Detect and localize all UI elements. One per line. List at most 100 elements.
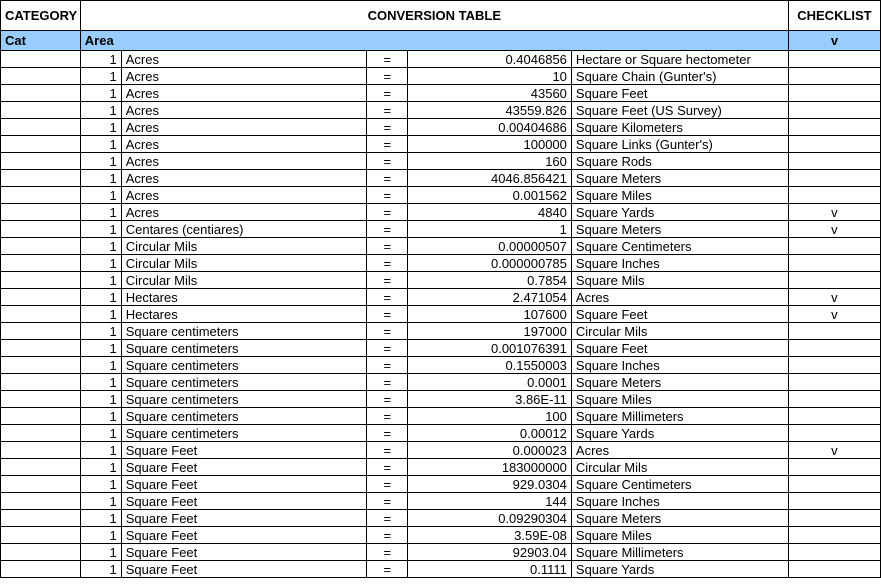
cell-qty[interactable]: 1 bbox=[80, 544, 121, 561]
cell-check[interactable] bbox=[788, 255, 880, 272]
cell-check[interactable] bbox=[788, 272, 880, 289]
cell-equals[interactable]: = bbox=[367, 544, 408, 561]
cell-category[interactable] bbox=[1, 289, 81, 306]
cell-unit[interactable]: Square Feet bbox=[121, 510, 367, 527]
cell-equals[interactable]: = bbox=[367, 221, 408, 238]
cell-result[interactable]: Square Miles bbox=[571, 527, 788, 544]
cell-value[interactable]: 100 bbox=[408, 408, 572, 425]
cell-value[interactable]: 0.000000785 bbox=[408, 255, 572, 272]
cell-result[interactable]: Square Yards bbox=[571, 204, 788, 221]
cell-qty[interactable]: 1 bbox=[80, 187, 121, 204]
cell-qty[interactable]: 1 bbox=[80, 391, 121, 408]
cell-category[interactable] bbox=[1, 544, 81, 561]
cell-equals[interactable]: = bbox=[367, 357, 408, 374]
cell-result[interactable]: Square Feet bbox=[571, 85, 788, 102]
cell-unit[interactable]: Square Feet bbox=[121, 493, 367, 510]
cell-equals[interactable]: = bbox=[367, 102, 408, 119]
cell-check[interactable] bbox=[788, 459, 880, 476]
cell-qty[interactable]: 1 bbox=[80, 306, 121, 323]
cell-unit[interactable]: Square Feet bbox=[121, 459, 367, 476]
cell-result[interactable]: Square Yards bbox=[571, 561, 788, 578]
cell-qty[interactable]: 1 bbox=[80, 289, 121, 306]
cell-category[interactable] bbox=[1, 204, 81, 221]
cell-value[interactable]: 197000 bbox=[408, 323, 572, 340]
cell-check[interactable] bbox=[788, 136, 880, 153]
cell-check[interactable] bbox=[788, 153, 880, 170]
cell-category[interactable] bbox=[1, 340, 81, 357]
cell-result[interactable]: Acres bbox=[571, 289, 788, 306]
cell-check[interactable] bbox=[788, 238, 880, 255]
cell-unit[interactable]: Circular Mils bbox=[121, 238, 367, 255]
cell-category[interactable] bbox=[1, 476, 81, 493]
cell-unit[interactable]: Acres bbox=[121, 204, 367, 221]
cell-category[interactable] bbox=[1, 510, 81, 527]
cell-equals[interactable]: = bbox=[367, 459, 408, 476]
cell-result[interactable]: Square Links (Gunter's) bbox=[571, 136, 788, 153]
cell-category[interactable] bbox=[1, 170, 81, 187]
cell-unit[interactable]: Square centimeters bbox=[121, 323, 367, 340]
cell-qty[interactable]: 1 bbox=[80, 340, 121, 357]
cell-result[interactable]: Square Inches bbox=[571, 357, 788, 374]
cell-result[interactable]: Square Centimeters bbox=[571, 238, 788, 255]
cell-category[interactable] bbox=[1, 153, 81, 170]
cell-unit[interactable]: Acres bbox=[121, 85, 367, 102]
cell-check[interactable] bbox=[788, 51, 880, 68]
cell-value[interactable]: 43559.826 bbox=[408, 102, 572, 119]
cell-qty[interactable]: 1 bbox=[80, 561, 121, 578]
cell-category[interactable] bbox=[1, 323, 81, 340]
cell-unit[interactable]: Square centimeters bbox=[121, 408, 367, 425]
cell-category[interactable] bbox=[1, 221, 81, 238]
cell-equals[interactable]: = bbox=[367, 272, 408, 289]
cell-unit[interactable]: Square centimeters bbox=[121, 374, 367, 391]
cell-value[interactable]: 107600 bbox=[408, 306, 572, 323]
cell-equals[interactable]: = bbox=[367, 561, 408, 578]
cell-result[interactable]: Square Miles bbox=[571, 391, 788, 408]
cell-check[interactable] bbox=[788, 170, 880, 187]
cell-value[interactable]: 0.1111 bbox=[408, 561, 572, 578]
cell-equals[interactable]: = bbox=[367, 136, 408, 153]
cell-category[interactable] bbox=[1, 136, 81, 153]
cell-value[interactable]: 100000 bbox=[408, 136, 572, 153]
cell-result[interactable]: Circular Mils bbox=[571, 459, 788, 476]
cell-unit[interactable]: Square centimeters bbox=[121, 340, 367, 357]
cell-category[interactable] bbox=[1, 272, 81, 289]
cell-result[interactable]: Acres bbox=[571, 442, 788, 459]
cell-result[interactable]: Square Kilometers bbox=[571, 119, 788, 136]
cell-unit[interactable]: Square Feet bbox=[121, 442, 367, 459]
cell-category[interactable] bbox=[1, 306, 81, 323]
cell-qty[interactable]: 1 bbox=[80, 408, 121, 425]
cell-qty[interactable]: 1 bbox=[80, 221, 121, 238]
cell-unit[interactable]: Hectares bbox=[121, 289, 367, 306]
cell-result[interactable]: Square Meters bbox=[571, 374, 788, 391]
cell-result[interactable]: Square Inches bbox=[571, 255, 788, 272]
cell-equals[interactable]: = bbox=[367, 204, 408, 221]
cell-value[interactable]: 0.1550003 bbox=[408, 357, 572, 374]
cell-unit[interactable]: Circular Mils bbox=[121, 255, 367, 272]
cell-category[interactable] bbox=[1, 85, 81, 102]
cell-category[interactable] bbox=[1, 68, 81, 85]
cell-qty[interactable]: 1 bbox=[80, 323, 121, 340]
cell-unit[interactable]: Acres bbox=[121, 68, 367, 85]
cell-value[interactable]: 0.7854 bbox=[408, 272, 572, 289]
cell-value[interactable]: 0.000023 bbox=[408, 442, 572, 459]
cell-result[interactable]: Square Miles bbox=[571, 187, 788, 204]
cell-qty[interactable]: 1 bbox=[80, 527, 121, 544]
cell-value[interactable]: 929.0304 bbox=[408, 476, 572, 493]
cell-qty[interactable]: 1 bbox=[80, 170, 121, 187]
cell-equals[interactable]: = bbox=[367, 238, 408, 255]
cell-category[interactable] bbox=[1, 255, 81, 272]
cell-result[interactable]: Square Meters bbox=[571, 221, 788, 238]
cell-unit[interactable]: Acres bbox=[121, 119, 367, 136]
cell-value[interactable]: 183000000 bbox=[408, 459, 572, 476]
cell-equals[interactable]: = bbox=[367, 391, 408, 408]
cell-check[interactable] bbox=[788, 68, 880, 85]
cell-value[interactable]: 10 bbox=[408, 68, 572, 85]
cell-value[interactable]: 0.09290304 bbox=[408, 510, 572, 527]
cell-result[interactable]: Square Rods bbox=[571, 153, 788, 170]
cell-result[interactable]: Circular Mils bbox=[571, 323, 788, 340]
cell-equals[interactable]: = bbox=[367, 289, 408, 306]
cell-equals[interactable]: = bbox=[367, 374, 408, 391]
cell-value[interactable]: 3.59E-08 bbox=[408, 527, 572, 544]
cell-value[interactable]: 0.4046856 bbox=[408, 51, 572, 68]
cell-result[interactable]: Square Inches bbox=[571, 493, 788, 510]
